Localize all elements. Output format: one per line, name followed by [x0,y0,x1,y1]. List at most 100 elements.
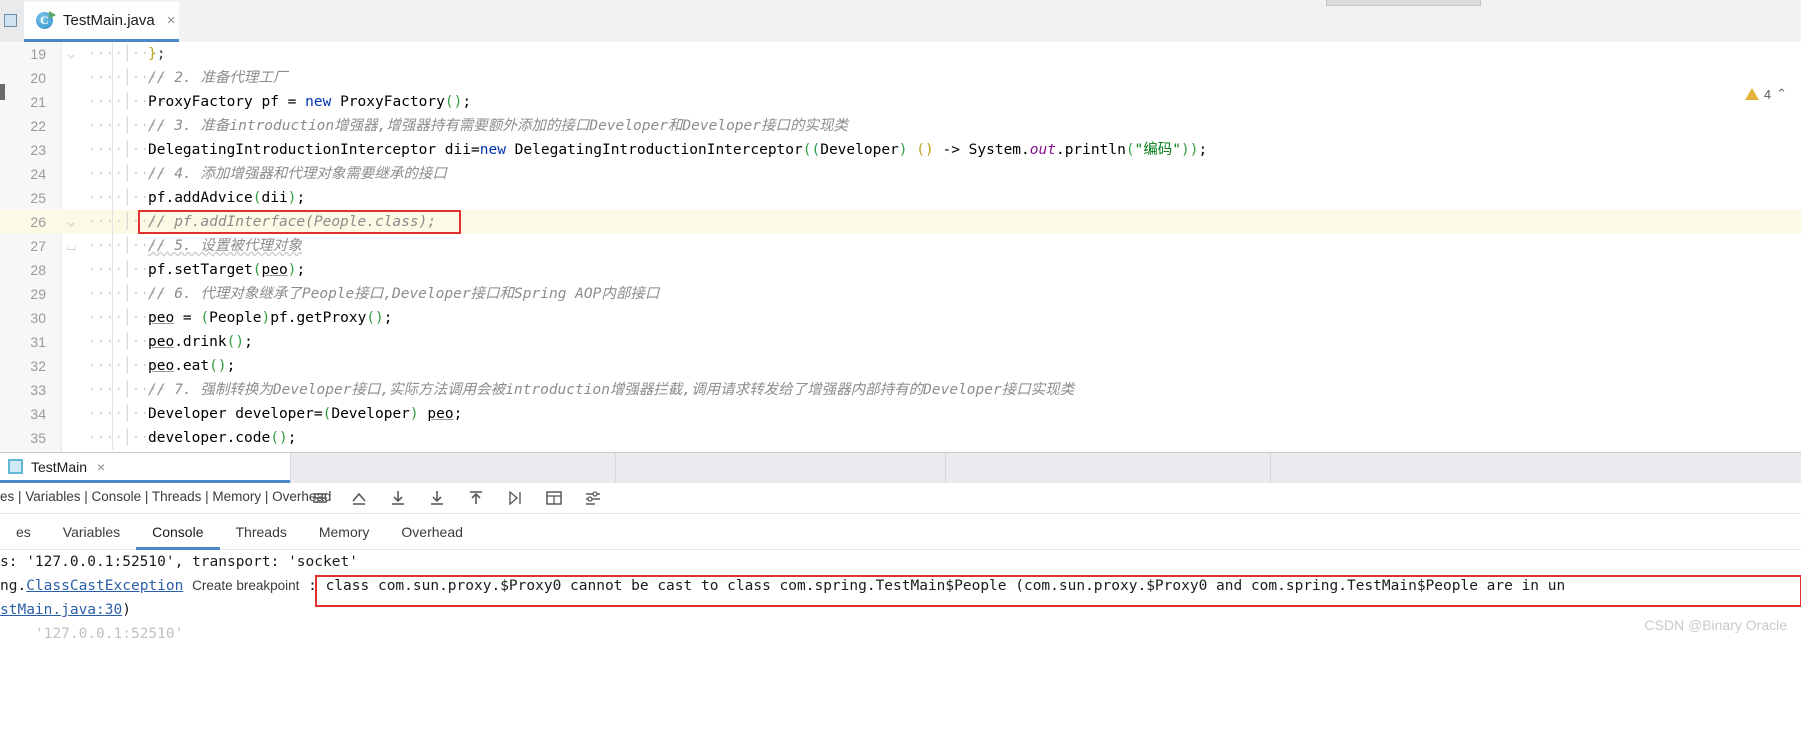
code-token: new [479,142,506,158]
code-text: pf.setTarget(peo); [148,258,305,282]
settings-icon[interactable] [583,488,603,508]
code-token: ( [252,190,262,206]
console-text: s: '127.0.0.1:52510', transport: 'socket… [0,554,358,570]
run-to-cursor-icon[interactable] [505,488,525,508]
line-number: 31 [30,334,46,350]
layout-icon[interactable] [310,488,330,508]
line-number: 26 [30,214,46,230]
code-token: () [226,334,245,350]
stacktrace-link[interactable]: stMain.java:30 [0,602,122,618]
console-output[interactable]: s: '127.0.0.1:52510', transport: 'socket… [0,550,1801,742]
tool-window-stub[interactable] [0,0,24,42]
line-faded[interactable]: '127.0.0.1:52510' [0,622,1801,646]
code-line[interactable]: 35 ····│···· developer.code(); [0,426,1801,450]
java-class-icon: C [36,11,56,30]
line-number: 30 [30,310,46,326]
code-token: // 5. 设置被代理对象 [148,238,302,254]
line-number: 33 [30,382,46,398]
code-token: () [366,310,384,326]
code-line[interactable]: 24 ····│····// 4. 添加增强器和代理对象需要继承的接口 [0,162,1801,186]
run-tab-testmain[interactable]: TestMain × [0,453,290,483]
console-text: are in un [1477,578,1566,594]
indent-rule [112,90,113,114]
tab-console[interactable]: Console [136,514,219,550]
code-line[interactable]: 31 ····│···· peo.drink(); [0,330,1801,354]
code-line[interactable]: 27 ⌴ ····│····// 5. 设置被代理对象 [0,234,1801,258]
indent-rule [112,162,113,186]
code-line[interactable]: 23 ····│··· DelegatingIntroductionIntercep… [0,138,1801,162]
code-lines[interactable]: 19 ⌵ ····│····}; 20 ····│····// 2. 准备代理工厂 21 ·… [0,42,1801,452]
close-icon[interactable]: × [97,459,105,475]
code-token: ; [287,430,297,446]
code-text: ProxyFactory pf = new ProxyFactory(); [148,90,471,114]
line-stack[interactable]: stMain.java:30) [0,598,1801,622]
code-text: peo.drink(); [148,330,253,354]
code-editor[interactable]: 19 ⌵ ····│····}; 20 ····│····// 2. 准备代理工厂 21 ·… [0,42,1801,452]
code-line[interactable]: 22 ····│····// 3. 准备introduction增强器,增强器持有… [0,114,1801,138]
line-exception[interactable]: ng.ClassCastException Create breakpoint … [0,574,1801,598]
line-number: 23 [30,142,46,158]
code-fold-icon[interactable]: ⌴ [64,234,78,258]
line-number: 35 [30,430,46,446]
code-fold-icon[interactable]: ⌵ [64,210,78,234]
debugger-tab-list-compact[interactable]: es | Variables | Console | Threads | Mem… [0,489,331,504]
code-line[interactable]: 20 ····│····// 2. 准备代理工厂 [0,66,1801,90]
code-text: // 4. 添加增强器和代理对象需要继承的接口 [148,162,447,186]
code-line[interactable]: 29 ····│····// 6. 代理对象继承了People接口,Develop… [0,282,1801,306]
code-token: () [270,430,288,446]
toolbar-fragment [1326,0,1481,6]
code-token: pf.setTarget [148,262,253,278]
code-token: out [1029,142,1056,158]
code-token: // 2. 准备代理工厂 [148,70,288,86]
indent-rule [112,258,113,282]
code-line[interactable]: 26 ⌵ ····│····// pf.addInterface(People.cl… [0,210,1801,234]
console-tab-bar[interactable]: es Variables Console Threads Memory Overhead [0,514,1801,550]
code-line[interactable]: 30 ····│···· peo = (People)pf.getProxy(); [0,306,1801,330]
code-fold-icon[interactable]: ⌵ [64,42,78,66]
indent-rule [112,138,113,162]
code-token: // 6. 代理对象继承了People接口,Developer接口和Spring… [148,286,660,302]
tab-testmain-java[interactable]: C TestMain.java × [24,2,179,42]
code-token: ; [244,334,253,350]
code-line[interactable]: 32 ····│···· peo.eat(); [0,354,1801,378]
code-token: ; [226,358,236,374]
code-line[interactable]: 34 ····│···· Developer developer=(Develope… [0,402,1801,426]
code-token: () [444,94,463,110]
evaluate-icon[interactable] [544,488,564,508]
indent-rule [112,330,113,354]
step-up-icon[interactable] [466,488,486,508]
debugger-icon-group[interactable] [310,488,603,508]
code-line[interactable]: 19 ⌵ ····│····}; [0,42,1801,66]
code-token: = [174,310,201,326]
code-text: // pf.addInterface(People.class); [148,210,436,234]
line-number: 21 [30,94,46,110]
step-into-icon[interactable] [388,488,408,508]
stacktrace-link[interactable]: ClassCastException [26,578,183,594]
indent-rule [112,378,113,402]
code-line[interactable]: 28 ····│···· pf.setTarget(peo); [0,258,1801,282]
tab-overhead[interactable]: Overhead [385,514,478,550]
force-step-into-icon[interactable] [427,488,447,508]
tab-variables[interactable]: Variables [47,514,136,550]
close-icon[interactable]: × [167,13,176,28]
code-line[interactable]: 33 ····│····// 7. 强制转换为Developer接口,实际方法调用… [0,378,1801,402]
indent-rule [112,66,113,90]
code-token: Developer [331,406,410,422]
code-line[interactable]: 25 ····│···· pf.addAdvice(dii); [0,186,1801,210]
step-out-icon[interactable] [349,488,369,508]
console-text: : class com.sun.proxy.$Proxy0 cannot be … [299,578,1478,594]
indent-rule [112,210,113,234]
code-token: Developer developer= [148,406,323,422]
code-token: -> System. [933,142,1030,158]
tab-memory[interactable]: Memory [303,514,386,550]
code-token: peo [148,334,175,350]
inspection-status-badge[interactable]: 4 ⌃ [1744,86,1787,102]
chevron-up-icon[interactable]: ⌃ [1776,86,1787,102]
tab-es[interactable]: es [0,514,47,550]
code-line[interactable]: 21 ····│···· ProxyFactory pf = new ProxyFa… [0,90,1801,114]
code-token: ) [409,406,428,422]
line-transport[interactable]: s: '127.0.0.1:52510', transport: 'socket… [0,550,1801,574]
tab-threads[interactable]: Threads [220,514,303,550]
ide-window: C TestMain.java × 19 ⌵ ····│····}; 20 ····│·… [0,0,1801,742]
code-token: DelegatingIntroductionInterceptor [505,142,803,158]
